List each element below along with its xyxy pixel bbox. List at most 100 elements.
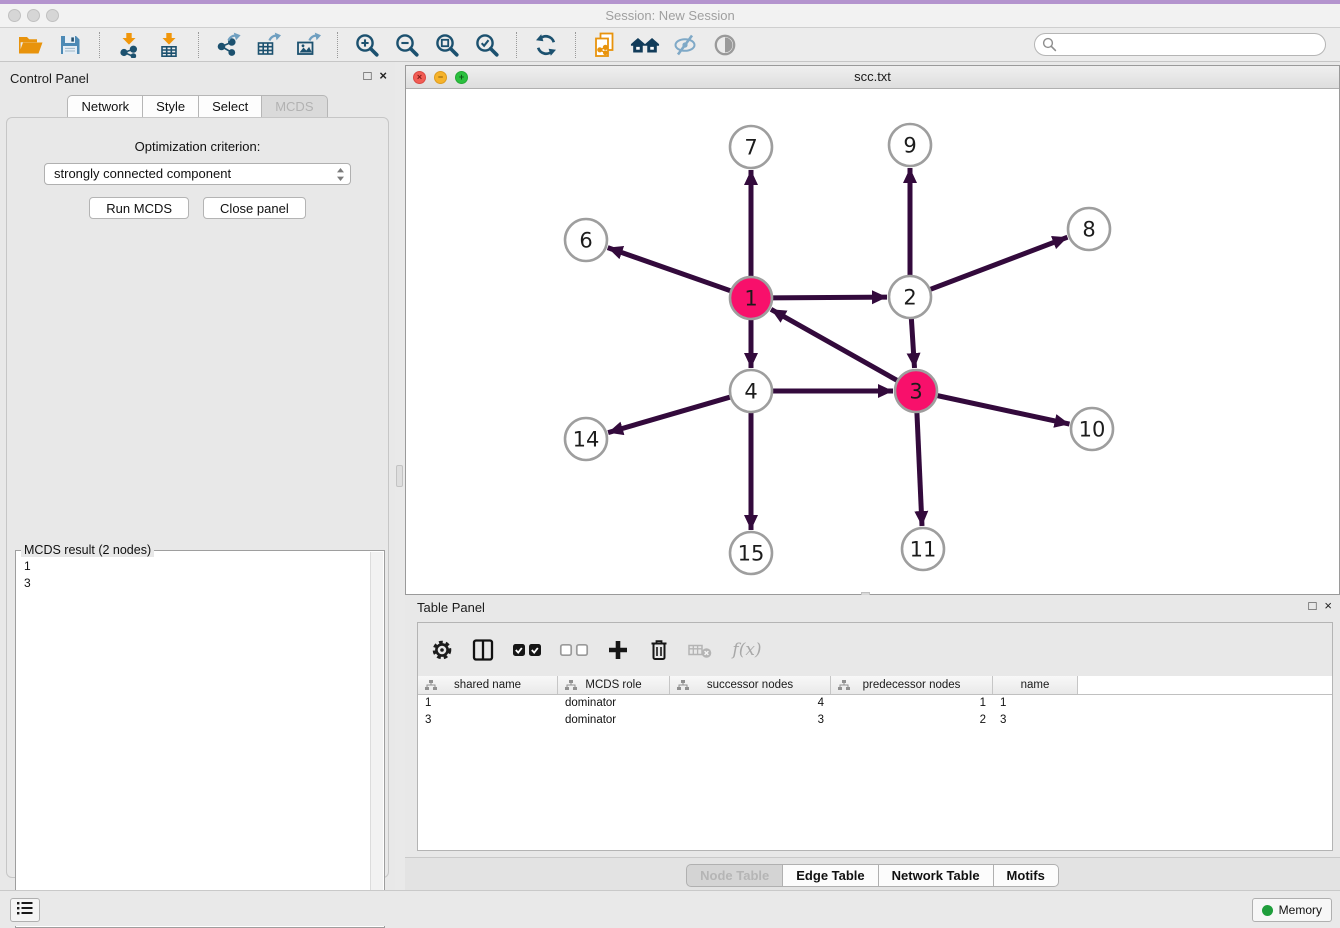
optimization-criterion-value: strongly connected component [54, 166, 231, 181]
deselect-all-icon[interactable] [557, 636, 591, 664]
table-cell[interactable]: dominator [558, 695, 670, 712]
delete-icon[interactable] [645, 636, 673, 664]
table-cell[interactable]: 1 [993, 695, 1078, 712]
graph-node-label: 4 [744, 380, 757, 404]
window-top-border [0, 0, 1340, 4]
tab-edge-table[interactable]: Edge Table [782, 864, 877, 887]
control-panel-title: Control Panel [10, 71, 89, 86]
network-canvas[interactable]: 7968124314101511 [406, 89, 1339, 594]
open-file-icon[interactable] [15, 30, 45, 60]
tab-select[interactable]: Select [198, 95, 261, 118]
import-table-icon[interactable] [154, 30, 184, 60]
graph-edge[interactable] [917, 410, 922, 526]
zoom-selected-icon[interactable] [472, 30, 502, 60]
export-network-icon[interactable] [213, 30, 243, 60]
graph-node-label: 7 [744, 136, 757, 160]
gear-icon[interactable] [428, 636, 456, 664]
function-icon[interactable]: f(x) [727, 636, 767, 664]
graph-edge[interactable] [935, 395, 1070, 424]
column-header[interactable]: shared name [418, 676, 558, 694]
hide-eye-icon[interactable] [670, 30, 700, 60]
network-window-titlebar[interactable]: × − + scc.txt [406, 66, 1339, 89]
mcds-result-text[interactable]: 1 3 [16, 551, 384, 592]
splitter-grip[interactable] [396, 465, 403, 487]
graph-edge[interactable] [911, 316, 914, 368]
tab-network[interactable]: Network [67, 95, 142, 118]
graph-node-label: 6 [579, 229, 592, 253]
task-history-button[interactable] [10, 898, 40, 922]
table-cell[interactable]: 3 [993, 712, 1078, 729]
optimization-criterion-label: Optimization criterion: [7, 139, 388, 154]
export-table-icon[interactable] [253, 30, 283, 60]
graph-node-label: 14 [573, 428, 600, 452]
tab-motifs[interactable]: Motifs [993, 864, 1059, 887]
export-image-icon[interactable] [293, 30, 323, 60]
refresh-icon[interactable] [531, 30, 561, 60]
network-minimize-button[interactable]: − [434, 71, 447, 84]
column-header[interactable]: name [993, 676, 1078, 694]
close-table-panel-icon[interactable]: × [1324, 598, 1332, 613]
tab-node-table[interactable]: Node Table [686, 864, 782, 887]
column-header[interactable]: predecessor nodes [831, 676, 993, 694]
float-table-panel-icon[interactable]: □ [1309, 598, 1317, 613]
graph-edge[interactable] [770, 297, 887, 298]
zoom-in-icon[interactable] [352, 30, 382, 60]
search-input[interactable] [1034, 33, 1326, 56]
graph-node-label: 11 [910, 538, 937, 562]
graph-edge[interactable] [928, 237, 1068, 290]
network-close-button[interactable]: × [413, 71, 426, 84]
column-view-icon[interactable] [469, 636, 497, 664]
table-cell[interactable]: 3 [670, 712, 831, 729]
tab-style[interactable]: Style [142, 95, 198, 118]
table-cell[interactable]: 4 [670, 695, 831, 712]
import-network-icon[interactable] [114, 30, 144, 60]
zoom-fit-icon[interactable] [432, 30, 462, 60]
network-zoom-button[interactable]: + [455, 71, 468, 84]
tab-mcds[interactable]: MCDS [261, 95, 327, 118]
table-cell[interactable]: 2 [831, 712, 993, 729]
optimization-criterion-select[interactable]: strongly connected component [44, 163, 351, 185]
zoom-out-icon[interactable] [392, 30, 422, 60]
app-titlebar: Session: New Session [0, 0, 1340, 28]
add-column-icon[interactable] [604, 636, 632, 664]
close-panel-button[interactable]: Close panel [203, 197, 306, 219]
select-all-icon[interactable] [510, 636, 544, 664]
mcds-result-scrollbar[interactable] [370, 552, 383, 926]
table-cell[interactable]: 1 [418, 695, 558, 712]
run-mcds-button[interactable]: Run MCDS [89, 197, 189, 219]
main-toolbar [0, 28, 1340, 62]
app-title: Session: New Session [0, 8, 1340, 23]
table-toolbar: f(x) [418, 623, 1332, 676]
table-row[interactable]: 3dominator323 [418, 712, 1332, 729]
memory-button[interactable]: Memory [1252, 898, 1332, 922]
graph-edge[interactable] [608, 248, 733, 292]
graph-node-label: 1 [744, 287, 757, 311]
memory-label: Memory [1279, 903, 1322, 917]
table-row[interactable]: 1dominator411 [418, 695, 1332, 712]
table-header: shared nameMCDS rolesuccessor nodesprede… [418, 676, 1332, 695]
duplicate-network-icon[interactable] [590, 30, 620, 60]
table-cell[interactable]: 1 [831, 695, 993, 712]
column-header[interactable]: MCDS role [558, 676, 670, 694]
save-session-icon[interactable] [55, 30, 85, 60]
table-rows: 1dominator4113dominator323 [418, 695, 1332, 729]
graph-node-label: 3 [909, 380, 922, 404]
column-header[interactable]: successor nodes [670, 676, 831, 694]
memory-status-icon [1262, 905, 1273, 916]
table-cell[interactable]: dominator [558, 712, 670, 729]
tab-network-table[interactable]: Network Table [878, 864, 993, 887]
close-panel-icon[interactable]: × [379, 68, 387, 84]
graph-node-label: 15 [738, 542, 765, 566]
toolbar-separator [337, 32, 338, 58]
graph-node-label: 10 [1079, 418, 1106, 442]
table-cell[interactable]: 3 [418, 712, 558, 729]
graph-edge[interactable] [771, 309, 899, 381]
graph-edge[interactable] [608, 396, 733, 432]
float-panel-icon[interactable]: □ [364, 68, 372, 84]
show-eye-icon[interactable] [710, 30, 740, 60]
toolbar-separator [198, 32, 199, 58]
houses-icon[interactable] [630, 30, 660, 60]
toolbar-separator [575, 32, 576, 58]
mcds-result-title: MCDS result (2 nodes) [21, 543, 154, 557]
delete-column-icon[interactable] [686, 636, 714, 664]
